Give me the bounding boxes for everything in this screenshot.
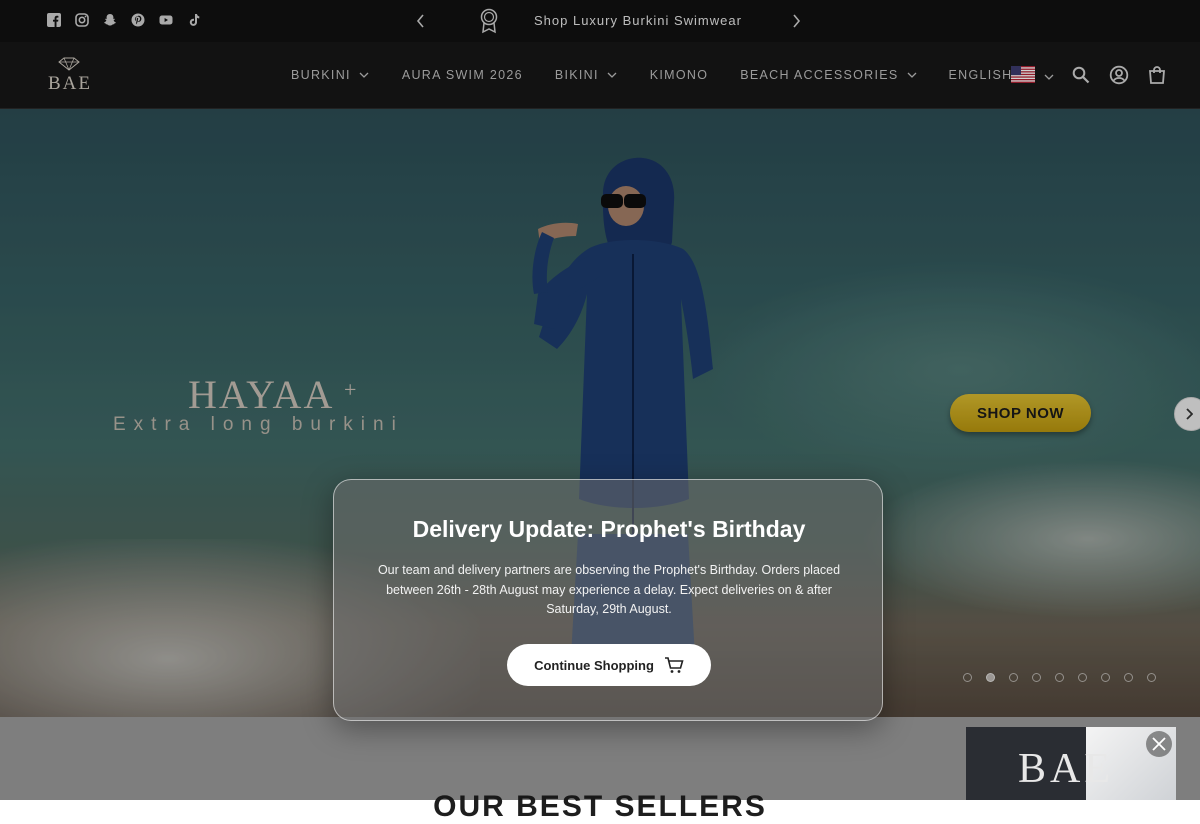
close-icon xyxy=(1152,737,1166,751)
shopping-cart-icon xyxy=(664,657,684,673)
promo-logo-text: BAE xyxy=(1018,746,1114,792)
promo-close-button[interactable] xyxy=(1146,731,1172,757)
modal-title: Delivery Update: Prophet's Birthday xyxy=(412,516,806,542)
delivery-update-modal: Delivery Update: Prophet's Birthday Our … xyxy=(333,479,883,721)
modal-body: Our team and delivery partners are obser… xyxy=(377,563,841,616)
promo-popup-image[interactable]: BAE xyxy=(966,727,1176,800)
continue-shopping-button[interactable]: Continue Shopping xyxy=(507,644,711,686)
continue-shopping-label: Continue Shopping xyxy=(534,657,654,673)
